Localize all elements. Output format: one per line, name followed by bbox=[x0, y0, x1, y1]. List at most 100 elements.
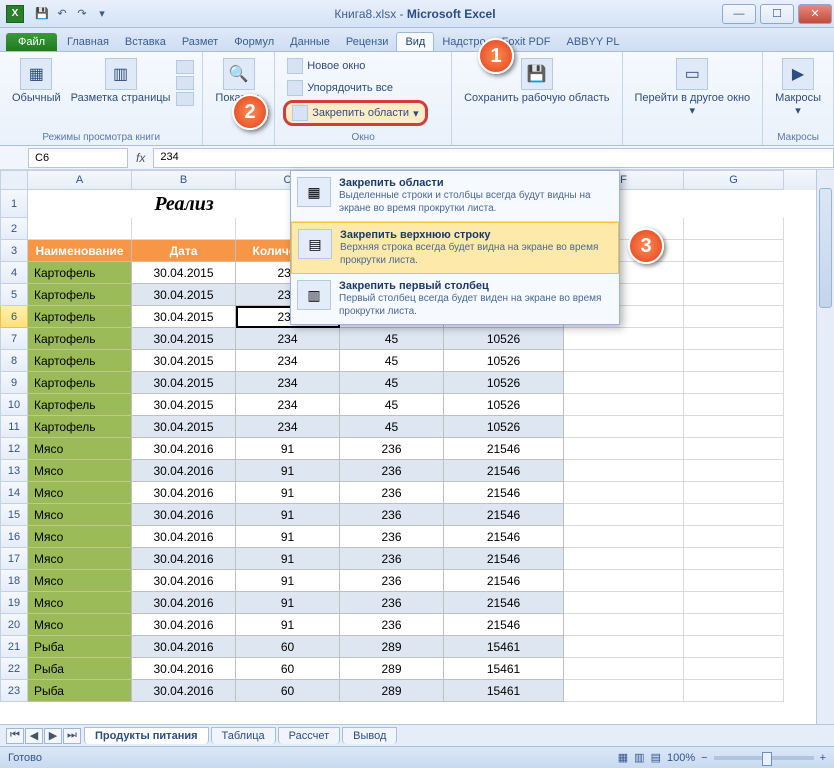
cell[interactable]: 60 bbox=[236, 680, 340, 702]
view-layout-icon[interactable]: ▥ bbox=[634, 751, 644, 764]
zoom-out-icon[interactable]: − bbox=[701, 752, 707, 764]
cell[interactable]: 21546 bbox=[444, 460, 564, 482]
view-normal-icon[interactable]: ▦ bbox=[618, 751, 628, 764]
minimize-button[interactable]: — bbox=[722, 4, 756, 24]
cell[interactable]: 91 bbox=[236, 460, 340, 482]
formula-bar[interactable]: 234 bbox=[153, 148, 834, 168]
row-header[interactable]: 23 bbox=[0, 680, 28, 702]
cell[interactable]: 30.04.2016 bbox=[132, 438, 236, 460]
row-header[interactable]: 1 bbox=[0, 190, 28, 218]
freeze-panes-button[interactable]: Закрепить области▾ bbox=[283, 100, 427, 126]
cell[interactable]: Мясо bbox=[28, 570, 132, 592]
tab-view[interactable]: Вид bbox=[396, 32, 434, 51]
row-header[interactable]: 14 bbox=[0, 482, 28, 504]
cell[interactable]: 30.04.2016 bbox=[132, 526, 236, 548]
column-header[interactable]: G bbox=[684, 170, 784, 190]
row-header[interactable]: 9 bbox=[0, 372, 28, 394]
cell[interactable]: 289 bbox=[340, 658, 444, 680]
cell[interactable]: Мясо bbox=[28, 504, 132, 526]
tab-review[interactable]: Рецензи bbox=[338, 33, 397, 51]
tab-formulas[interactable]: Формул bbox=[226, 33, 282, 51]
row-header[interactable]: 11 bbox=[0, 416, 28, 438]
cell[interactable]: Рыба bbox=[28, 658, 132, 680]
tab-data[interactable]: Данные bbox=[282, 33, 338, 51]
cell[interactable]: 234 bbox=[236, 416, 340, 438]
cell[interactable]: 15461 bbox=[444, 636, 564, 658]
row-header[interactable]: 15 bbox=[0, 504, 28, 526]
cell[interactable]: 60 bbox=[236, 636, 340, 658]
cell[interactable]: 45 bbox=[340, 372, 444, 394]
cell[interactable]: Мясо bbox=[28, 592, 132, 614]
cell[interactable]: 234 bbox=[236, 394, 340, 416]
cell[interactable]: Картофель bbox=[28, 262, 132, 284]
arrange-all-button[interactable]: Упорядочить все bbox=[283, 78, 427, 98]
row-header[interactable]: 22 bbox=[0, 658, 28, 680]
sheet-nav-buttons[interactable]: ⏮ ◀ ▶ ⏭ bbox=[6, 728, 82, 744]
cell[interactable]: Мясо bbox=[28, 614, 132, 636]
cell[interactable]: 21546 bbox=[444, 570, 564, 592]
cell[interactable]: Картофель bbox=[28, 372, 132, 394]
tab-abbyy[interactable]: ABBYY PL bbox=[559, 33, 628, 51]
cell[interactable]: Мясо bbox=[28, 548, 132, 570]
cell[interactable]: Картофель bbox=[28, 416, 132, 438]
row-header[interactable]: 6 bbox=[0, 306, 28, 328]
cell[interactable]: 236 bbox=[340, 592, 444, 614]
cell[interactable]: 10526 bbox=[444, 328, 564, 350]
cell[interactable]: 289 bbox=[340, 680, 444, 702]
cell[interactable]: 234 bbox=[236, 350, 340, 372]
cell[interactable]: Мясо bbox=[28, 482, 132, 504]
row-header[interactable]: 19 bbox=[0, 592, 28, 614]
normal-view-button[interactable]: ▦ Обычный bbox=[8, 56, 65, 106]
cell[interactable]: 45 bbox=[340, 394, 444, 416]
sheet-tab-active[interactable]: Продукты питания bbox=[84, 727, 209, 744]
sheet-nav-last-icon[interactable]: ⏭ bbox=[63, 728, 81, 744]
freeze-first-col-option[interactable]: ▥ Закрепить первый столбецПервый столбец… bbox=[291, 274, 619, 324]
cell[interactable]: 30.04.2016 bbox=[132, 570, 236, 592]
cell[interactable]: 30.04.2016 bbox=[132, 482, 236, 504]
table-header[interactable]: Дата bbox=[132, 240, 236, 262]
quick-access-toolbar[interactable]: 💾 ↶ ↷ ▾ bbox=[34, 6, 110, 22]
row-header[interactable]: 18 bbox=[0, 570, 28, 592]
cell[interactable]: 236 bbox=[340, 548, 444, 570]
cell[interactable]: Картофель bbox=[28, 328, 132, 350]
cell[interactable]: 30.04.2015 bbox=[132, 372, 236, 394]
cell[interactable]: 30.04.2015 bbox=[132, 416, 236, 438]
qat-dropdown-icon[interactable]: ▾ bbox=[94, 6, 110, 22]
cell[interactable]: 236 bbox=[340, 526, 444, 548]
name-box[interactable]: C6 bbox=[28, 148, 128, 168]
cell[interactable]: 21546 bbox=[444, 504, 564, 526]
zoom-slider[interactable] bbox=[714, 756, 814, 760]
cell[interactable]: 10526 bbox=[444, 416, 564, 438]
cell[interactable]: 236 bbox=[340, 504, 444, 526]
cell[interactable]: 91 bbox=[236, 570, 340, 592]
custom-views-icon[interactable] bbox=[176, 76, 194, 90]
cell[interactable]: Картофель bbox=[28, 306, 132, 328]
fullscreen-icon[interactable] bbox=[176, 92, 194, 106]
cell[interactable]: 21546 bbox=[444, 592, 564, 614]
column-header[interactable]: B bbox=[132, 170, 236, 190]
cell[interactable]: 236 bbox=[340, 570, 444, 592]
sheet-nav-next-icon[interactable]: ▶ bbox=[44, 728, 62, 744]
freeze-panes-option[interactable]: ▦ Закрепить областиВыделенные строки и с… bbox=[291, 171, 619, 222]
cell[interactable]: 91 bbox=[236, 504, 340, 526]
cell[interactable]: 45 bbox=[340, 350, 444, 372]
cell[interactable]: 236 bbox=[340, 460, 444, 482]
cell[interactable]: 30.04.2015 bbox=[132, 262, 236, 284]
row-header[interactable]: 3 bbox=[0, 240, 28, 262]
cell[interactable]: 234 bbox=[236, 372, 340, 394]
cell[interactable]: 21546 bbox=[444, 548, 564, 570]
cell[interactable]: 60 bbox=[236, 658, 340, 680]
fx-icon[interactable]: fx bbox=[136, 151, 145, 165]
cell[interactable]: 236 bbox=[340, 438, 444, 460]
macros-button[interactable]: ▶ Макросы▾ bbox=[771, 56, 825, 119]
cell[interactable]: 30.04.2015 bbox=[132, 328, 236, 350]
cell[interactable]: 30.04.2016 bbox=[132, 614, 236, 636]
cell[interactable]: 15461 bbox=[444, 680, 564, 702]
row-header[interactable]: 2 bbox=[0, 218, 28, 240]
sheet-nav-first-icon[interactable]: ⏮ bbox=[6, 728, 24, 744]
cell[interactable]: 30.04.2015 bbox=[132, 284, 236, 306]
cell[interactable]: Картофель bbox=[28, 350, 132, 372]
row-header[interactable]: 7 bbox=[0, 328, 28, 350]
sheet-nav-prev-icon[interactable]: ◀ bbox=[25, 728, 43, 744]
cell[interactable]: 289 bbox=[340, 636, 444, 658]
